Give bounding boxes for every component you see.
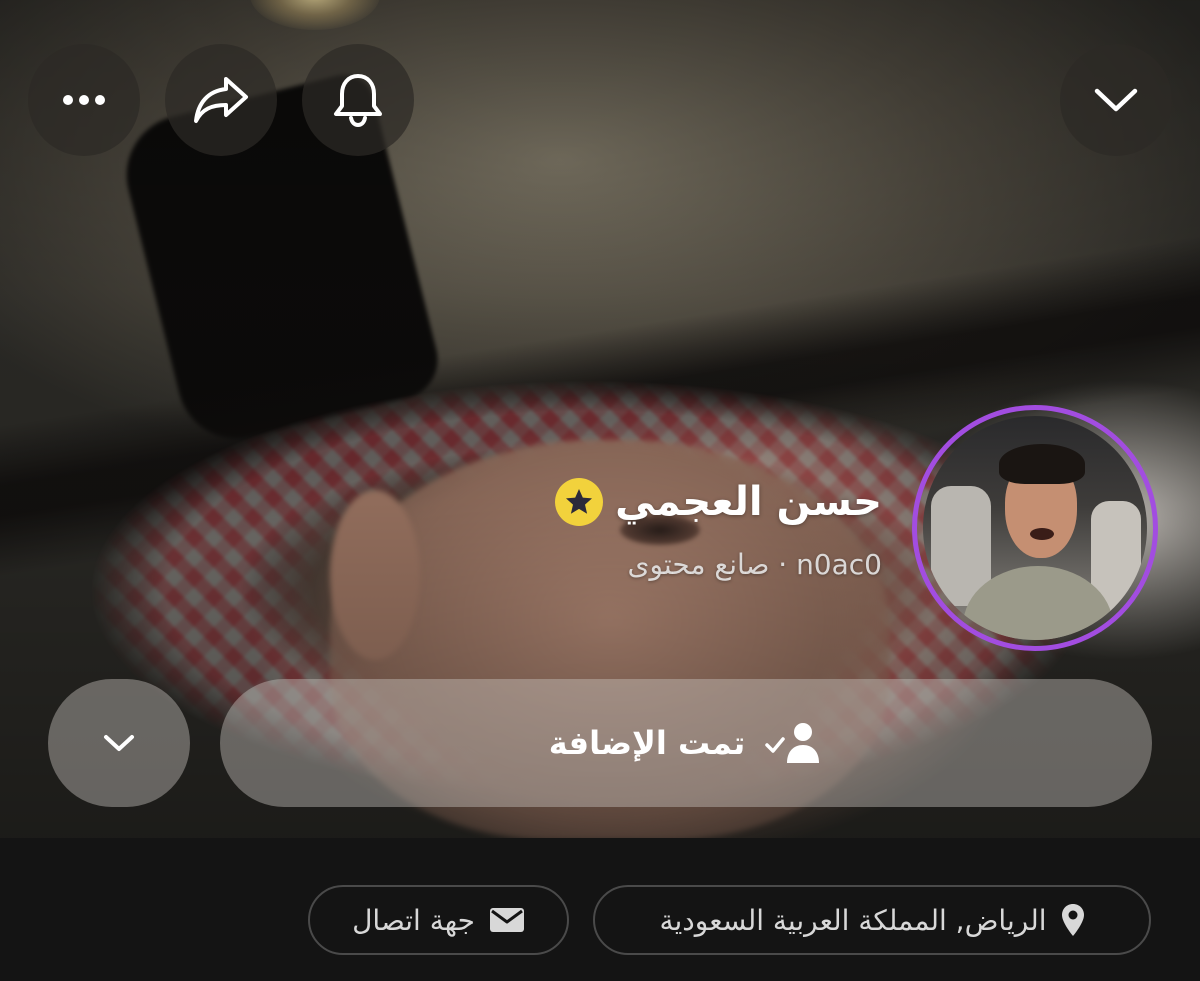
- more-actions-button[interactable]: [48, 679, 190, 807]
- star-badge[interactable]: [555, 478, 604, 526]
- display-name: حسن العجمي: [615, 479, 882, 525]
- user-check-icon: [765, 723, 820, 763]
- share-button[interactable]: [165, 44, 277, 156]
- more-options-button[interactable]: [28, 44, 140, 156]
- location-label: الرياض, المملكة العربية السعودية: [659, 903, 1047, 937]
- notifications-button[interactable]: [302, 44, 414, 156]
- envelope-icon: [489, 908, 524, 932]
- contact-chip[interactable]: جهة اتصال: [308, 885, 569, 955]
- share-arrow-icon: [194, 77, 248, 123]
- added-label: تمت الإضافة: [548, 724, 746, 762]
- avatar-story-ring[interactable]: [912, 405, 1158, 651]
- public-profile-page: حسن العجمي n0ac0 · صانع محتوى تمت الإضاف…: [0, 0, 1200, 981]
- location-chip[interactable]: الرياض, المملكة العربية السعودية: [593, 885, 1151, 955]
- added-friend-button[interactable]: تمت الإضافة: [220, 679, 1152, 807]
- ellipsis-icon: [63, 95, 105, 105]
- bell-icon: [334, 74, 382, 128]
- profile-subtitle: n0ac0 · صانع محتوى: [627, 548, 882, 581]
- chevron-down-icon: [1094, 88, 1138, 112]
- chevron-down-icon: [104, 735, 134, 751]
- star-icon: [566, 489, 593, 514]
- map-pin-icon: [1061, 904, 1084, 936]
- avatar: [923, 416, 1147, 640]
- avatar-hair: [999, 444, 1085, 484]
- contact-label: جهة اتصال: [352, 903, 475, 937]
- avatar-mouth: [1030, 528, 1054, 540]
- collapse-button[interactable]: [1060, 44, 1172, 156]
- profile-info-bar: الرياض, المملكة العربية السعودية جهة اتص…: [0, 838, 1200, 981]
- profile-name-row: حسن العجمي: [555, 476, 882, 528]
